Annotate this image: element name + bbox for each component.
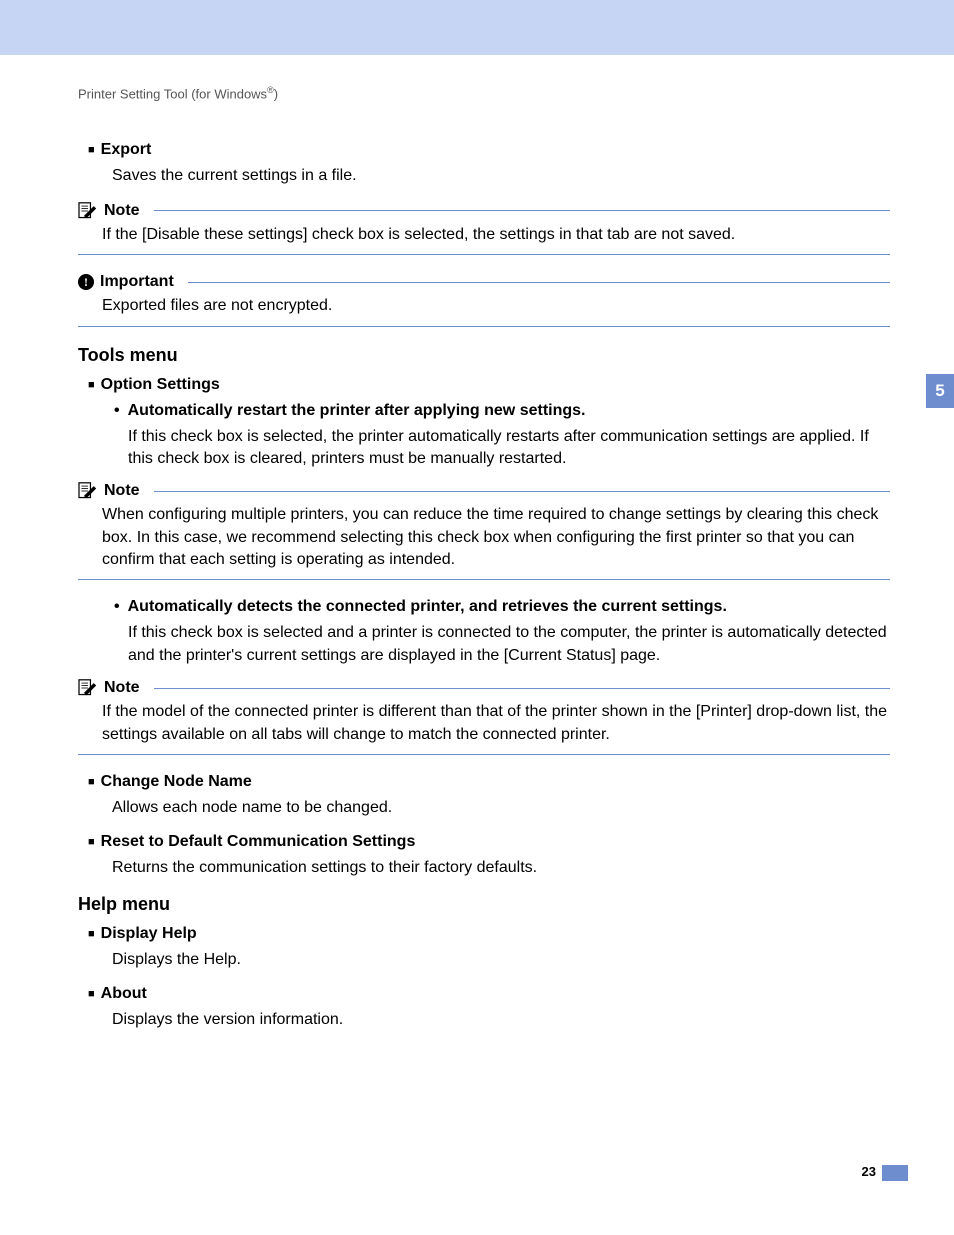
change-node-item: Change Node Name Allows each node name t… xyxy=(88,773,890,819)
callout-rule xyxy=(78,754,890,755)
about-title: About xyxy=(88,985,147,1002)
note-callout-1: Note If the [Disable these settings] che… xyxy=(78,202,890,255)
change-node-body: Allows each node name to be changed. xyxy=(112,797,890,819)
important-label: Important xyxy=(100,273,174,291)
note-label: Note xyxy=(104,202,140,220)
callout-rule xyxy=(78,579,890,580)
display-help-title: Display Help xyxy=(88,925,197,942)
callout-rule xyxy=(154,491,890,492)
chapter-tab: 5 xyxy=(926,374,954,408)
callout-rule xyxy=(154,210,890,211)
auto-restart-title: Automatically restart the printer after … xyxy=(114,402,890,420)
note-body: If the [Disable these settings] check bo… xyxy=(102,224,890,246)
note-icon xyxy=(78,482,98,500)
auto-detect-title: Automatically detects the connected prin… xyxy=(114,598,890,616)
about-body: Displays the version information. xyxy=(112,1009,890,1031)
tools-menu-heading: Tools menu xyxy=(78,345,890,366)
change-node-title: Change Node Name xyxy=(88,773,252,790)
note-icon xyxy=(78,202,98,220)
callout-rule xyxy=(154,688,890,689)
callout-rule xyxy=(78,326,890,327)
page-number: 23 xyxy=(862,1164,876,1179)
header-prefix: Printer Setting Tool (for Windows xyxy=(78,86,267,101)
display-help-body: Displays the Help. xyxy=(112,949,890,971)
export-title: Export xyxy=(88,141,151,158)
note-label: Note xyxy=(104,482,140,500)
note-callout-3: Note If the model of the connected print… xyxy=(78,679,890,755)
breadcrumb-header: Printer Setting Tool (for Windows®) xyxy=(78,85,890,101)
page-content: Printer Setting Tool (for Windows®) Expo… xyxy=(0,55,954,1032)
export-item: Export Saves the current settings in a f… xyxy=(88,141,890,187)
reset-default-body: Returns the communication settings to th… xyxy=(112,857,890,879)
auto-detect-item: Automatically detects the connected prin… xyxy=(114,598,890,616)
important-icon: ! xyxy=(78,274,94,290)
display-help-item: Display Help Displays the Help. xyxy=(88,925,890,971)
option-settings-item: Option Settings xyxy=(88,376,890,394)
important-callout: ! Important Exported files are not encry… xyxy=(78,273,890,326)
export-body: Saves the current settings in a file. xyxy=(112,165,890,187)
callout-rule xyxy=(188,282,890,283)
auto-restart-item: Automatically restart the printer after … xyxy=(114,402,890,420)
help-menu-heading: Help menu xyxy=(78,894,890,915)
header-superscript: ® xyxy=(267,85,274,95)
important-body: Exported files are not encrypted. xyxy=(102,295,890,317)
note-label: Note xyxy=(104,679,140,697)
top-bar xyxy=(0,0,954,55)
note-callout-2: Note When configuring multiple printers,… xyxy=(78,482,890,580)
about-item: About Displays the version information. xyxy=(88,985,890,1031)
auto-detect-body: If this check box is selected and a prin… xyxy=(128,622,890,667)
note-body: If the model of the connected printer is… xyxy=(102,701,890,746)
reset-default-title: Reset to Default Communication Settings xyxy=(88,833,415,850)
note-icon xyxy=(78,679,98,697)
auto-restart-body: If this check box is selected, the print… xyxy=(128,426,890,471)
header-suffix: ) xyxy=(274,86,278,101)
note-body: When configuring multiple printers, you … xyxy=(102,504,890,571)
page-strip xyxy=(882,1165,908,1181)
option-settings-title: Option Settings xyxy=(88,376,220,393)
reset-default-item: Reset to Default Communication Settings … xyxy=(88,833,890,879)
callout-rule xyxy=(78,254,890,255)
